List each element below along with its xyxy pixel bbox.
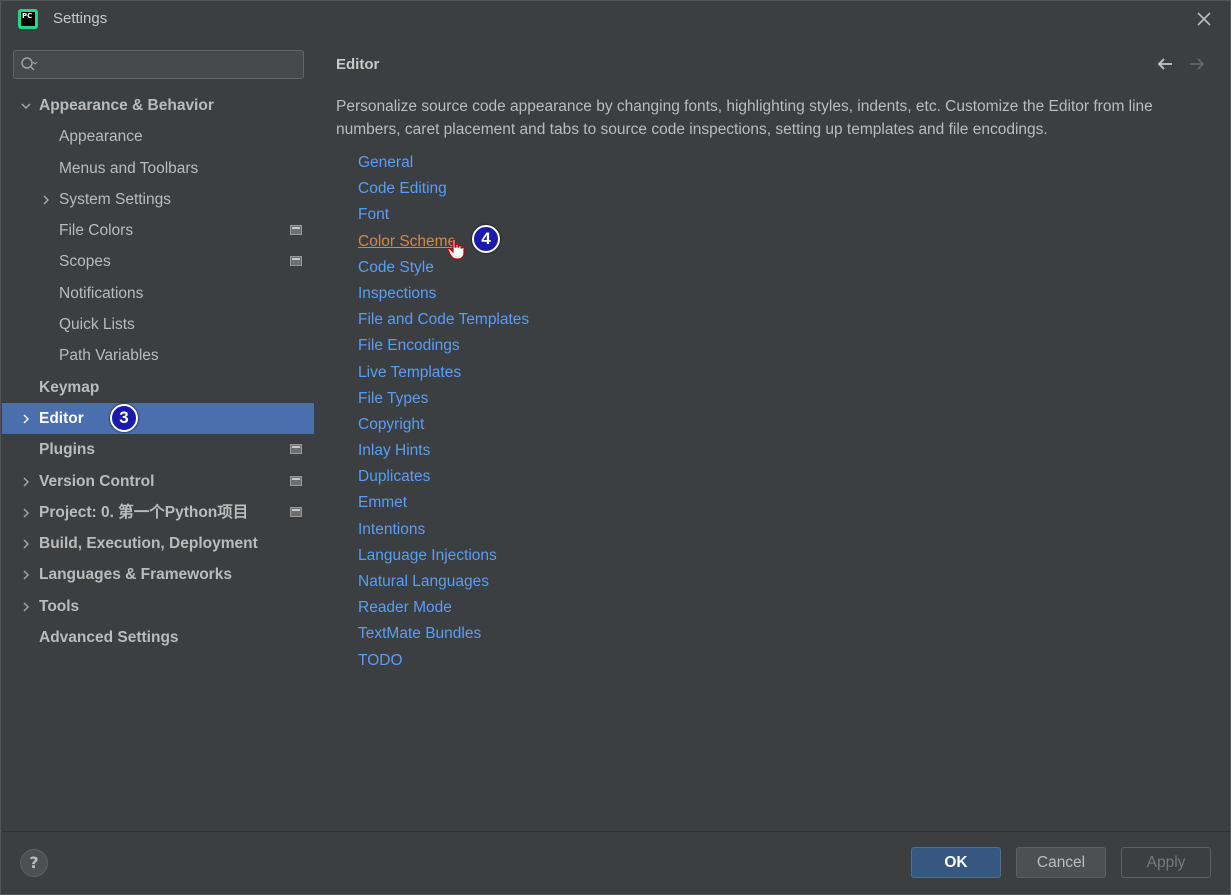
sidebar-item-build-execution-deployment[interactable]: Build, Execution, Deployment <box>2 528 314 559</box>
sidebar-item-label: Keymap <box>39 378 100 396</box>
sidebar-item-scopes[interactable]: Scopes <box>2 246 314 277</box>
link-copyright[interactable]: Copyright <box>358 412 424 438</box>
sidebar-item-file-colors[interactable]: File Colors <box>2 215 314 246</box>
link-file-and-code-templates[interactable]: File and Code Templates <box>358 307 529 333</box>
sidebar-item-project-0-python[interactable]: Project: 0. 第一个Python项目 <box>2 497 314 528</box>
project-level-icon <box>290 256 302 267</box>
project-level-icon <box>290 506 302 517</box>
sidebar-item-label: Appearance <box>59 128 143 146</box>
search-input[interactable] <box>46 54 296 75</box>
sidebar-item-plugins[interactable]: Plugins <box>2 434 314 465</box>
sidebar: Appearance & Behavior Appearance Menus and… <box>2 37 314 831</box>
sidebar-item-label: Path Variables <box>59 347 159 365</box>
arrow-right-icon[interactable] <box>1188 56 1206 72</box>
breadcrumb: Editor <box>336 56 380 73</box>
sidebar-item-label: Quick Lists <box>59 316 135 334</box>
dialog-footer: ? OK Cancel Apply <box>2 831 1230 894</box>
content-panel: Editor Personalize source code appearanc… <box>314 37 1230 831</box>
sidebar-item-appearance[interactable]: Appearance <box>2 121 314 152</box>
sidebar-item-path-variables[interactable]: Path Variables <box>2 340 314 371</box>
sidebar-item-label: Notifications <box>59 284 144 302</box>
settings-dialog: PC Settings Appearance & Behavior Appeara… <box>0 0 1231 895</box>
forward-button[interactable] <box>1188 53 1206 77</box>
sidebar-item-label: System Settings <box>59 190 171 208</box>
link-file-encodings[interactable]: File Encodings <box>358 333 460 359</box>
link-live-templates[interactable]: Live Templates <box>358 360 461 386</box>
link-file-types[interactable]: File Types <box>358 386 428 412</box>
sidebar-item-label: Scopes <box>59 253 111 271</box>
sidebar-item-version-control[interactable]: Version Control <box>2 466 314 497</box>
sidebar-item-system-settings[interactable]: System Settings <box>2 184 314 215</box>
search-field[interactable] <box>13 50 304 79</box>
cancel-button[interactable]: Cancel <box>1016 847 1106 878</box>
arrow-left-icon[interactable] <box>1156 56 1174 72</box>
sidebar-item-quick-lists[interactable]: Quick Lists <box>2 309 314 340</box>
sidebar-item-label: Build, Execution, Deployment <box>39 535 258 553</box>
sidebar-item-label: File Colors <box>59 222 134 240</box>
link-inspections[interactable]: Inspections <box>358 281 436 307</box>
ok-button[interactable]: OK <box>911 847 1001 878</box>
sidebar-item-label: Version Control <box>39 472 155 490</box>
window-title: Settings <box>53 10 108 27</box>
sidebar-item-label: Menus and Toolbars <box>59 159 199 177</box>
back-button[interactable] <box>1156 53 1174 77</box>
link-natural-languages[interactable]: Natural Languages <box>358 569 489 595</box>
sidebar-item-keymap[interactable]: Keymap <box>2 372 314 403</box>
sidebar-item-tools[interactable]: Tools <box>2 591 314 622</box>
sidebar-item-label: Tools <box>39 597 80 615</box>
project-level-icon <box>290 475 302 486</box>
link-color-scheme[interactable]: Color Scheme <box>358 229 456 255</box>
title-bar: PC Settings <box>1 1 1230 37</box>
link-todo[interactable]: TODO <box>358 648 403 674</box>
sidebar-item-notifications[interactable]: Notifications <box>2 278 314 309</box>
sidebar-item-label: Appearance & Behavior <box>39 97 214 114</box>
sidebar-item-appearance-behavior[interactable]: Appearance & Behavior <box>2 90 314 121</box>
link-intentions[interactable]: Intentions <box>358 517 425 543</box>
help-button[interactable]: ? <box>20 849 48 877</box>
link-reader-mode[interactable]: Reader Mode <box>358 595 452 621</box>
link-font[interactable]: Font <box>358 202 389 228</box>
link-code-style[interactable]: Code Style <box>358 255 434 281</box>
editor-links: General Code Editing Font Color Scheme 4 Code… <box>358 150 529 674</box>
sidebar-item-label: Editor <box>39 409 84 427</box>
link-duplicates[interactable]: Duplicates <box>358 464 430 490</box>
step-badge: 3 <box>110 403 138 432</box>
apply-button[interactable]: Apply <box>1121 847 1211 878</box>
close-button[interactable] <box>1192 7 1216 31</box>
sidebar-item-label: Advanced Settings <box>39 629 179 647</box>
settings-tree: Appearance & Behavior Appearance Menus and… <box>2 90 314 653</box>
pycharm-logo-icon: PC <box>18 9 38 29</box>
project-level-icon <box>290 444 302 455</box>
sidebar-item-label: Plugins <box>39 441 95 459</box>
sidebar-item-menus-and-toolbars[interactable]: Menus and Toolbars <box>2 153 314 184</box>
project-level-icon <box>290 225 302 236</box>
link-language-injections[interactable]: Language Injections <box>358 543 497 569</box>
editor-description: Personalize source code appearance by ch… <box>336 98 1153 138</box>
close-icon[interactable] <box>1196 11 1212 27</box>
sidebar-item-label: Languages & Frameworks <box>39 566 232 584</box>
sidebar-item-label: Project: 0. 第一个Python项目 <box>39 503 249 521</box>
step-badge: 4 <box>472 224 500 253</box>
sidebar-item-editor[interactable]: Editor 3 <box>2 402 314 435</box>
link-inlay-hints[interactable]: Inlay Hints <box>358 438 430 464</box>
search-icon <box>21 57 38 71</box>
link-textmate-bundles[interactable]: TextMate Bundles <box>358 621 481 647</box>
help-icon: ? <box>29 853 39 872</box>
link-general[interactable]: General <box>358 150 413 176</box>
sidebar-item-languages-frameworks[interactable]: Languages & Frameworks <box>2 559 314 590</box>
link-code-editing[interactable]: Code Editing <box>358 176 447 202</box>
link-emmet[interactable]: Emmet <box>358 490 407 516</box>
sidebar-item-advanced-settings[interactable]: Advanced Settings <box>2 622 314 653</box>
